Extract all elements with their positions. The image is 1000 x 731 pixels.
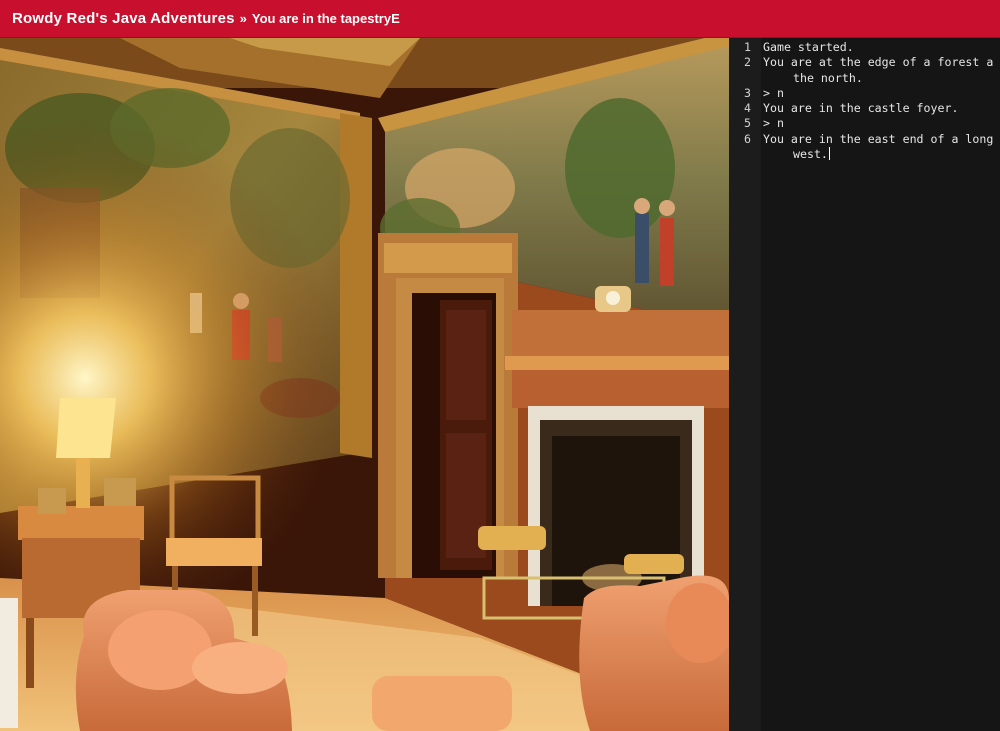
title-bar: Rowdy Red's Java Adventures » You are in…	[0, 0, 1000, 38]
console-line: 3 > n	[729, 86, 1000, 101]
game-console[interactable]: 1 Game started. 2 You are at the edge of…	[729, 38, 1000, 731]
line-text-continuation-value: west.	[793, 147, 828, 162]
line-text-continuation: the north.	[793, 70, 863, 85]
line-text: You are in the castle foyer.	[763, 101, 959, 116]
line-number: 4	[744, 101, 751, 116]
tapestry-room-illustration	[0, 38, 729, 731]
line-number: 6	[744, 131, 751, 146]
app-title: Rowdy Red's Java Adventures	[12, 10, 235, 27]
line-number: 5	[744, 116, 751, 131]
console-line: 2 You are at the edge of a forest a	[729, 55, 1000, 70]
line-text: > n	[763, 116, 784, 131]
console-line: 1 Game started.	[729, 40, 1000, 55]
console-line: 6 You are in the east end of a long	[729, 132, 1000, 147]
text-cursor[interactable]	[828, 147, 830, 161]
room-title: You are in the tapestryE	[251, 11, 400, 26]
line-text: You are in the east end of a long	[763, 131, 994, 146]
room-scene-image	[0, 38, 729, 731]
console-output: 1 Game started. 2 You are at the edge of…	[729, 40, 1000, 162]
console-line: 4 You are in the castle foyer.	[729, 101, 1000, 116]
line-number: 1	[744, 40, 751, 54]
console-line-wrap: the north.	[729, 71, 1000, 86]
line-text: You are at the edge of a forest a	[763, 55, 994, 70]
line-text-continuation: west.	[729, 147, 830, 162]
console-line-wrap: west.	[729, 147, 1000, 162]
line-number: 3	[744, 85, 751, 100]
console-line: 5 > n	[729, 116, 1000, 131]
line-text: > n	[763, 85, 784, 100]
line-number: 2	[744, 55, 751, 70]
breadcrumb-separator: »	[239, 11, 247, 26]
line-text: Game started.	[763, 40, 854, 54]
